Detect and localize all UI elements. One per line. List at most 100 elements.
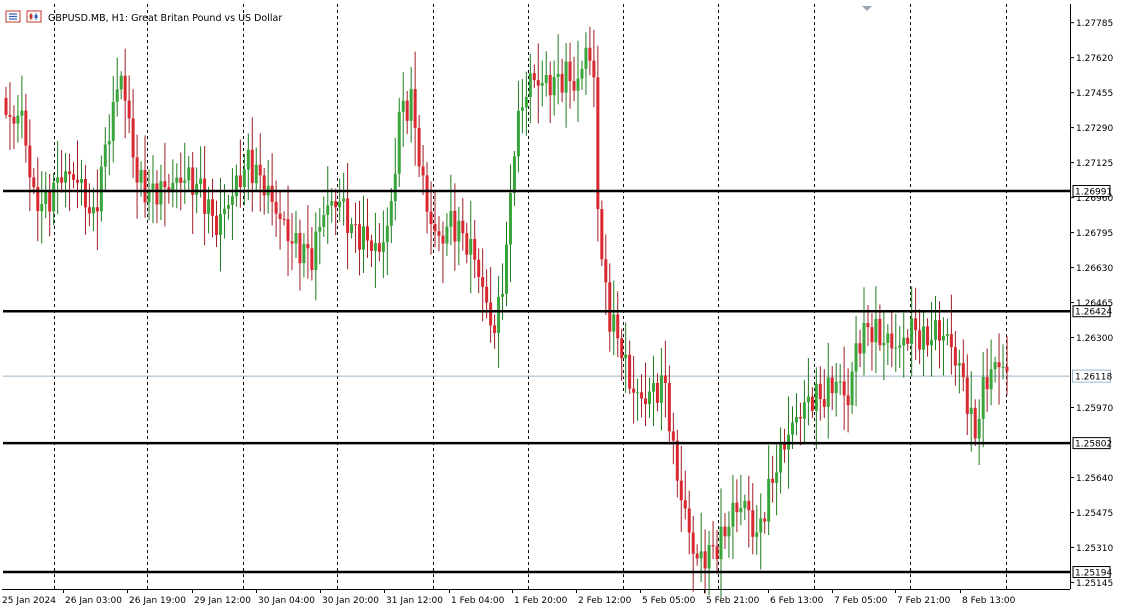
candle-body	[870, 327, 874, 343]
candle-body	[548, 74, 552, 96]
candle-body	[985, 377, 989, 390]
candle-body	[350, 224, 354, 233]
candle-body	[918, 330, 922, 350]
candle-body	[648, 391, 651, 405]
candle-body	[207, 199, 211, 214]
candle-body	[636, 392, 640, 394]
candle-body	[898, 345, 902, 348]
candle-body	[159, 181, 163, 205]
candle-body	[155, 183, 159, 205]
candle-body	[505, 244, 508, 294]
candle-body	[802, 402, 806, 419]
candle-body	[572, 81, 576, 91]
candle-body	[354, 224, 358, 226]
candle-body	[373, 243, 377, 251]
candle-body	[123, 75, 127, 101]
candle-body	[695, 553, 699, 559]
candle-body	[56, 177, 60, 183]
candle-body	[449, 210, 453, 227]
candle-body	[723, 526, 727, 537]
candle-body	[687, 508, 691, 533]
candle-body	[242, 169, 246, 188]
candle-body	[481, 277, 485, 287]
candle-body	[385, 225, 389, 243]
candle-body	[588, 47, 592, 61]
candle-body	[667, 382, 671, 432]
candle-body	[262, 175, 266, 196]
candle-body	[20, 110, 24, 116]
candle-body	[270, 185, 274, 202]
candle-body	[520, 107, 524, 111]
candle-body	[544, 74, 548, 83]
candle-body	[679, 480, 683, 501]
candle-body	[862, 322, 866, 354]
candle-body	[810, 396, 814, 411]
candle-body	[48, 191, 52, 212]
candle-body	[485, 286, 489, 303]
candle-body	[850, 371, 854, 406]
candle-body	[755, 532, 759, 537]
candle-body	[477, 259, 481, 278]
candle-body	[286, 219, 290, 242]
candle-body	[437, 231, 441, 236]
candle-body	[731, 502, 735, 527]
candle-body	[369, 240, 373, 251]
candle-body	[993, 362, 997, 370]
bars-icon[interactable]	[5, 10, 21, 23]
candle-body	[965, 377, 969, 414]
y-tick-label: 1.27620	[1076, 54, 1113, 64]
candle-body	[83, 179, 87, 208]
candle-body	[763, 518, 767, 522]
candle-body	[16, 115, 20, 124]
candle-body	[556, 73, 560, 78]
current-price-label: 1.26118	[1072, 369, 1112, 383]
candle-body	[894, 347, 898, 349]
current-price-text: 1.26118	[1075, 373, 1112, 383]
candle-body	[592, 60, 596, 78]
candle-body	[926, 326, 930, 346]
candle-body	[568, 61, 572, 82]
candle-body	[342, 198, 346, 202]
candle-body	[294, 233, 298, 244]
candle-body	[576, 78, 580, 91]
candle-body	[8, 114, 12, 117]
candle-body	[322, 214, 326, 227]
candle-body	[151, 183, 155, 190]
candle-body	[131, 118, 135, 158]
candle-body	[28, 145, 32, 178]
candle-body	[127, 100, 131, 119]
candle-body	[703, 551, 707, 569]
y-tick-label: 1.26300	[1076, 334, 1113, 344]
candle-body	[941, 335, 945, 341]
y-tick-label: 1.25310	[1076, 544, 1113, 554]
candle-body	[854, 343, 858, 372]
candle-body	[834, 381, 838, 394]
candle-body	[930, 339, 934, 346]
candle-body	[461, 220, 465, 234]
candle-body	[759, 518, 763, 533]
x-tick-label: 1 Feb 20:00	[514, 596, 568, 606]
candle-body	[934, 320, 937, 340]
candle-body	[338, 201, 342, 208]
candle-body	[989, 369, 993, 390]
chart-type-icon[interactable]	[26, 10, 42, 23]
candle-body	[945, 334, 949, 336]
candle-body	[473, 238, 477, 260]
candle-body	[215, 215, 219, 235]
candle-body	[76, 179, 79, 183]
x-tick-label: 26 Jan 03:00	[65, 596, 122, 606]
candle-body	[139, 169, 143, 183]
candle-body	[902, 337, 906, 346]
candle-body	[250, 149, 254, 184]
candle-body	[699, 551, 703, 559]
candle-body	[600, 209, 604, 260]
level-price-label: 1.26991	[1072, 185, 1112, 198]
candle-body	[910, 318, 914, 344]
candle-body	[644, 398, 648, 405]
candle-body	[135, 157, 139, 183]
candle-body	[779, 442, 783, 473]
candle-body	[906, 337, 910, 344]
candle-body	[397, 111, 401, 174]
candle-body	[377, 243, 381, 252]
candle-body	[711, 545, 715, 547]
